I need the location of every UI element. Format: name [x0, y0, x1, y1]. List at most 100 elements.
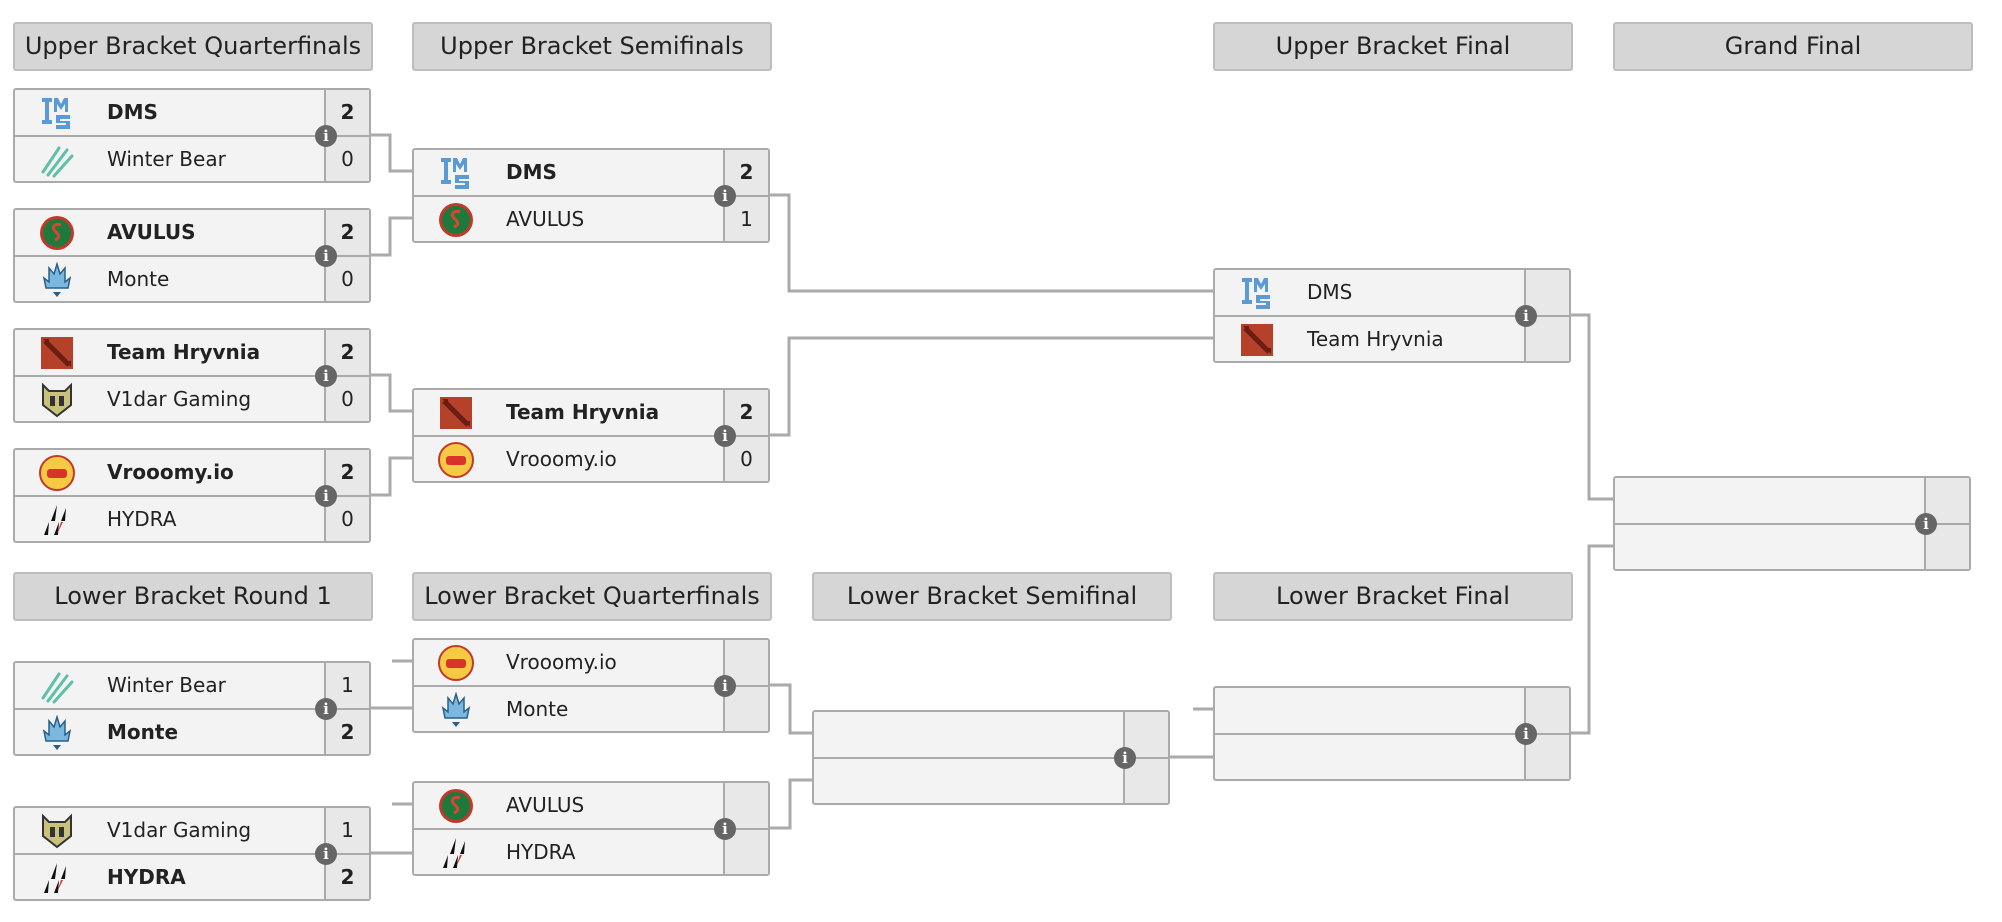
connector-line — [370, 216, 412, 257]
connector-line — [370, 133, 412, 173]
team-name: Team Hryvnia — [1307, 327, 1444, 351]
team-name: Monte — [506, 697, 569, 721]
header-grand-final: Grand Final — [1613, 22, 1973, 71]
vrooomy-logo-icon — [438, 645, 474, 681]
match-lbqf1[interactable]: Vrooomy.io Monte i — [412, 638, 770, 733]
match-ubqf4[interactable]: Vrooomy.io 2 HYDRA 0 i — [13, 448, 371, 543]
match-info-icon[interactable]: i — [315, 843, 337, 865]
match-info-icon[interactable]: i — [315, 125, 337, 147]
team-row[interactable] — [1615, 525, 1969, 570]
match-lbf[interactable]: i — [1213, 686, 1571, 781]
winterbear-logo-icon — [39, 142, 75, 178]
match-lbsf[interactable]: i — [812, 710, 1170, 805]
match-info-icon[interactable]: i — [315, 245, 337, 267]
team-row[interactable]: AVULUS 2 — [15, 210, 369, 255]
dms-logo-icon — [39, 95, 75, 131]
team-row[interactable]: AVULUS — [414, 783, 768, 828]
v1dar-logo-icon — [39, 382, 75, 418]
vrooomy-logo-icon — [39, 455, 75, 491]
team-row[interactable]: V1dar Gaming 0 — [15, 377, 369, 422]
match-info-icon[interactable]: i — [1114, 747, 1136, 769]
avulus-logo-icon — [39, 215, 75, 251]
header-lower-final: Lower Bracket Final — [1213, 572, 1573, 621]
match-lbr1b[interactable]: V1dar Gaming 1 HYDRA 2 i — [13, 806, 371, 901]
team-row[interactable] — [814, 759, 1168, 804]
v1dar-logo-icon — [39, 813, 75, 849]
team-name: Team Hryvnia — [107, 340, 261, 364]
hydra-logo-icon — [438, 835, 474, 871]
team-row[interactable]: DMS 2 — [414, 150, 768, 195]
team-name: AVULUS — [506, 793, 585, 817]
avulus-logo-icon — [438, 202, 474, 238]
team-row[interactable]: Monte — [414, 687, 768, 732]
team-row[interactable]: V1dar Gaming 1 — [15, 808, 369, 853]
match-info-icon[interactable]: i — [315, 365, 337, 387]
header-lower-semifinal: Lower Bracket Semifinal — [812, 572, 1172, 621]
team-name: AVULUS — [107, 220, 196, 244]
connector-line — [370, 456, 412, 497]
match-info-icon[interactable]: i — [714, 425, 736, 447]
team-row[interactable]: Vrooomy.io — [414, 640, 768, 685]
team-name: Monte — [107, 267, 170, 291]
match-gf[interactable]: i — [1613, 476, 1971, 571]
team-row[interactable]: Team Hryvnia 2 — [414, 390, 768, 435]
connector-line — [370, 373, 412, 413]
team-row[interactable] — [1215, 688, 1569, 733]
match-ubqf2[interactable]: AVULUS 2 Monte 0 i — [13, 208, 371, 303]
match-info-icon[interactable]: i — [1515, 723, 1537, 745]
monte-logo-icon — [39, 714, 75, 751]
team-row[interactable]: Winter Bear 0 — [15, 137, 369, 182]
team-name: DMS — [506, 160, 557, 184]
team-name: Team Hryvnia — [506, 400, 660, 424]
connector-line — [1570, 313, 1613, 501]
match-info-icon[interactable]: i — [315, 698, 337, 720]
match-info-icon[interactable]: i — [714, 818, 736, 840]
team-name: Monte — [107, 720, 179, 744]
match-ubqf3[interactable]: Team Hryvnia 2 V1dar Gaming 0 i — [13, 328, 371, 423]
header-upper-final: Upper Bracket Final — [1213, 22, 1573, 71]
team-name: DMS — [107, 100, 158, 124]
team-row[interactable]: Team Hryvnia — [1215, 317, 1569, 362]
team-name: HYDRA — [107, 865, 186, 889]
team-name: V1dar Gaming — [107, 387, 252, 411]
hydra-logo-icon — [39, 502, 75, 538]
team-row[interactable]: HYDRA — [414, 830, 768, 875]
match-info-icon[interactable]: i — [1515, 305, 1537, 327]
header-lower-round-1: Lower Bracket Round 1 — [13, 572, 373, 621]
team-row[interactable]: AVULUS 1 — [414, 197, 768, 242]
monte-logo-icon — [39, 261, 75, 298]
team-name: HYDRA — [506, 840, 576, 864]
dms-logo-icon — [1239, 275, 1275, 311]
match-ubf[interactable]: DMS Team Hryvnia i — [1213, 268, 1571, 363]
hryvnia-logo-icon — [438, 395, 474, 431]
match-info-icon[interactable]: i — [1915, 513, 1937, 535]
team-name: Vrooomy.io — [107, 460, 234, 484]
avulus-logo-icon — [438, 788, 474, 824]
connector-line — [770, 336, 1213, 437]
match-ubsf1[interactable]: DMS 2 AVULUS 1 i — [412, 148, 770, 243]
match-lbqf2[interactable]: AVULUS HYDRA i — [412, 781, 770, 876]
match-info-icon[interactable]: i — [714, 675, 736, 697]
match-ubsf2[interactable]: Team Hryvnia 2 Vrooomy.io 0 i — [412, 388, 770, 483]
team-name: Winter Bear — [107, 673, 226, 697]
header-upper-semifinals: Upper Bracket Semifinals — [412, 22, 772, 71]
team-row[interactable]: Monte 2 — [15, 710, 369, 755]
team-row[interactable]: DMS — [1215, 270, 1569, 315]
team-row[interactable]: Team Hryvnia 2 — [15, 330, 369, 375]
match-lbr1a[interactable]: Winter Bear 1 Monte 2 i — [13, 661, 371, 756]
match-ubqf1[interactable]: DMS 2 Winter Bear 0 i — [13, 88, 371, 183]
team-row[interactable]: Vrooomy.io 2 — [15, 450, 369, 495]
match-info-icon[interactable]: i — [714, 185, 736, 207]
team-row[interactable]: HYDRA 0 — [15, 497, 369, 542]
hryvnia-logo-icon — [1239, 322, 1275, 358]
team-row[interactable] — [1215, 735, 1569, 780]
team-row[interactable] — [814, 712, 1168, 757]
winterbear-logo-icon — [39, 668, 75, 704]
team-row[interactable]: Vrooomy.io 0 — [414, 437, 768, 482]
team-row[interactable]: DMS 2 — [15, 90, 369, 135]
team-row[interactable] — [1615, 478, 1969, 523]
team-row[interactable]: HYDRA 2 — [15, 855, 369, 900]
match-info-icon[interactable]: i — [315, 485, 337, 507]
team-row[interactable]: Monte 0 — [15, 257, 369, 302]
team-row[interactable]: Winter Bear 1 — [15, 663, 369, 708]
